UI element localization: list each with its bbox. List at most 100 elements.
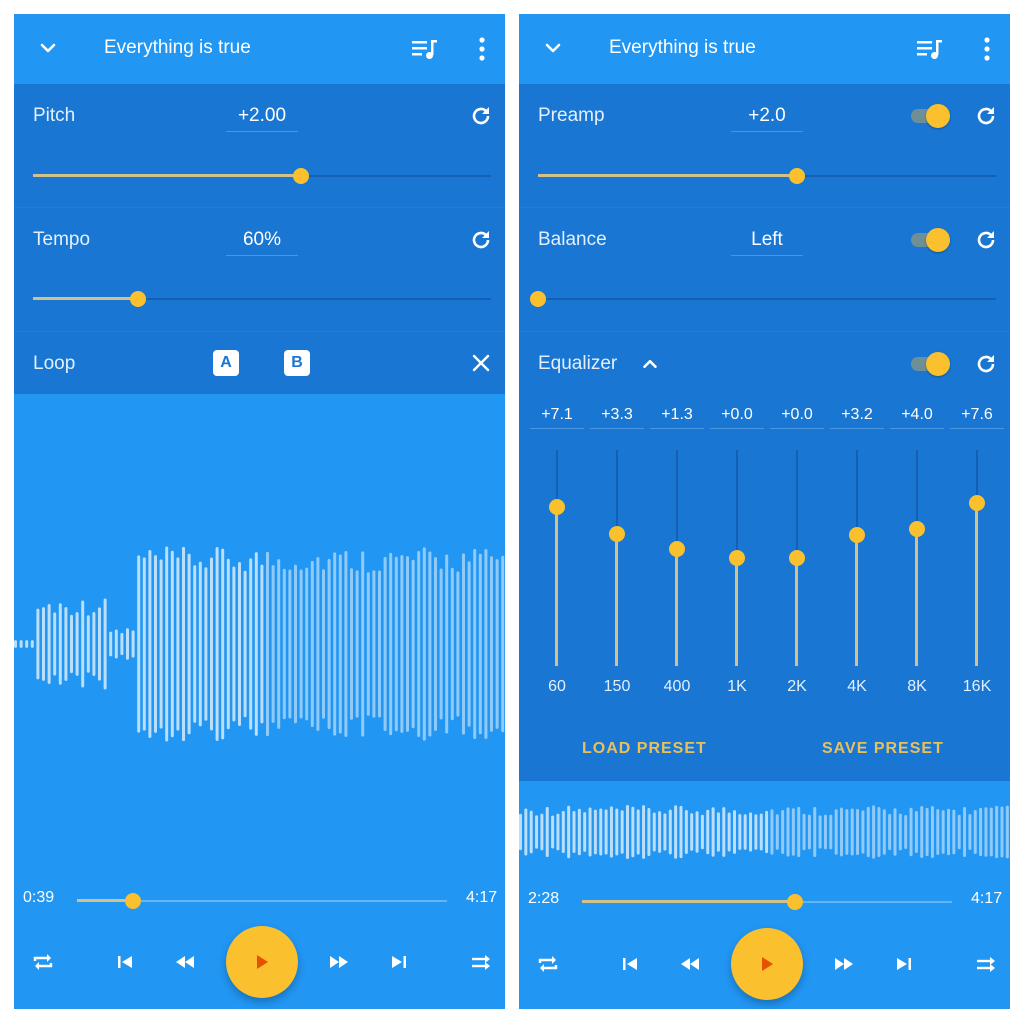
balance-toggle[interactable]: [911, 228, 951, 252]
waveform-bar: [154, 555, 157, 733]
tempo-value[interactable]: 60%: [226, 229, 298, 256]
waveform-bar: [394, 556, 398, 732]
rewind-icon[interactable]: [678, 952, 702, 976]
eq-band-value[interactable]: +3.2: [830, 406, 884, 429]
skip-previous-icon[interactable]: [618, 952, 642, 976]
waveform-bar: [904, 815, 908, 849]
waveform-bar: [243, 570, 247, 718]
eq-band-value[interactable]: +1.3: [650, 406, 704, 429]
slider-thumb[interactable]: [130, 291, 147, 307]
eq-thumb[interactable]: [549, 498, 565, 515]
eq-thumb[interactable]: [789, 550, 805, 566]
slider-thumb[interactable]: [530, 291, 546, 307]
preamp-value[interactable]: +2.0: [731, 105, 803, 132]
chevron-down-icon[interactable]: [541, 36, 565, 60]
seek-bar[interactable]: [582, 894, 952, 910]
toggle-thumb: [926, 352, 950, 376]
seek-thumb[interactable]: [786, 894, 803, 910]
eq-band-value[interactable]: +0.0: [770, 406, 824, 429]
seek-bar[interactable]: [77, 893, 447, 909]
eq-band-slider[interactable]: [847, 450, 867, 666]
queue-music-icon[interactable]: [412, 38, 438, 60]
eq-band-slider[interactable]: [907, 450, 927, 666]
waveform-bar: [786, 807, 790, 857]
eq-thumb[interactable]: [969, 495, 985, 512]
slider-thumb[interactable]: [292, 168, 309, 184]
queue-music-icon[interactable]: [917, 38, 943, 60]
refresh-icon[interactable]: [469, 228, 493, 252]
fast-forward-icon[interactable]: [327, 950, 351, 974]
skip-next-icon[interactable]: [892, 952, 916, 976]
waveform-bar: [893, 808, 897, 856]
skip-next-icon[interactable]: [387, 950, 411, 974]
eq-thumb[interactable]: [909, 521, 925, 538]
waveform-bar: [204, 567, 208, 721]
repeat-icon[interactable]: [536, 952, 560, 976]
eq-band-slider[interactable]: [547, 450, 567, 666]
pitch-slider[interactable]: [33, 168, 491, 184]
preamp-toggle[interactable]: [911, 104, 951, 128]
load-preset-button[interactable]: LOAD PRESET: [582, 740, 707, 758]
refresh-icon[interactable]: [974, 352, 998, 376]
more-vert-icon[interactable]: [474, 36, 490, 62]
tempo-slider[interactable]: [33, 291, 491, 307]
seek-thumb[interactable]: [125, 893, 142, 909]
eq-band-value[interactable]: +7.6: [950, 406, 1004, 429]
pitch-value[interactable]: +2.00: [226, 105, 298, 132]
waveform-bar: [456, 571, 460, 717]
fast-forward-icon[interactable]: [832, 952, 856, 976]
refresh-icon[interactable]: [469, 104, 493, 128]
loop-point-a-button[interactable]: A: [213, 350, 239, 376]
waveform-bar: [81, 600, 85, 688]
waveform-bar: [914, 810, 918, 854]
equalizer-toggle[interactable]: [911, 352, 951, 376]
eq-band-value[interactable]: +4.0: [890, 406, 944, 429]
slider-thumb[interactable]: [788, 168, 805, 184]
skip-previous-icon[interactable]: [113, 950, 137, 974]
total-time: 4:17: [466, 889, 498, 906]
waveform-bar: [813, 806, 817, 858]
eq-band-value[interactable]: +7.1: [530, 406, 584, 429]
waveform-bar: [984, 807, 988, 857]
eq-thumb[interactable]: [729, 550, 745, 566]
refresh-icon[interactable]: [974, 104, 998, 128]
eq-band-slider[interactable]: [667, 450, 687, 666]
more-vert-icon[interactable]: [979, 36, 995, 62]
repeat-icon[interactable]: [31, 950, 55, 974]
refresh-icon[interactable]: [974, 228, 998, 252]
play-button[interactable]: [226, 926, 298, 998]
eq-band-slider[interactable]: [607, 450, 627, 666]
eq-band-slider[interactable]: [967, 450, 987, 666]
slider-track: [538, 298, 996, 300]
close-icon[interactable]: [469, 351, 493, 375]
eq-thumb[interactable]: [669, 540, 685, 557]
balance-slider[interactable]: [530, 291, 996, 307]
shuffle-icon[interactable]: [469, 950, 493, 974]
effects-panel: Preamp +2.0 Balance Left Equalizer +7.1 …: [519, 84, 1010, 781]
slider-fill: [33, 174, 301, 177]
waveform[interactable]: [519, 802, 1010, 862]
eq-band-value[interactable]: +3.3: [590, 406, 644, 429]
eq-band-slider[interactable]: [727, 450, 747, 666]
eq-thumb[interactable]: [609, 526, 625, 543]
chevron-up-icon[interactable]: [639, 353, 661, 375]
eq-band-slider[interactable]: [787, 450, 807, 666]
balance-value[interactable]: Left: [731, 229, 803, 256]
waveform-bar: [872, 805, 876, 859]
shuffle-icon[interactable]: [974, 952, 998, 976]
eq-band-value[interactable]: +0.0: [710, 406, 764, 429]
rewind-icon[interactable]: [173, 950, 197, 974]
save-preset-button[interactable]: SAVE PRESET: [822, 740, 944, 758]
balance-label: Balance: [538, 229, 607, 250]
eq-thumb[interactable]: [849, 526, 865, 543]
waveform-bar: [232, 566, 236, 722]
chevron-down-icon[interactable]: [36, 36, 60, 60]
waveform-bar: [850, 808, 854, 856]
play-icon: [762, 957, 773, 971]
waveform-bar: [260, 564, 264, 724]
play-button[interactable]: [731, 928, 803, 1000]
slider-fill: [33, 297, 139, 300]
preamp-slider[interactable]: [538, 168, 996, 184]
waveform[interactable]: [14, 514, 505, 774]
loop-point-b-button[interactable]: B: [284, 350, 310, 376]
